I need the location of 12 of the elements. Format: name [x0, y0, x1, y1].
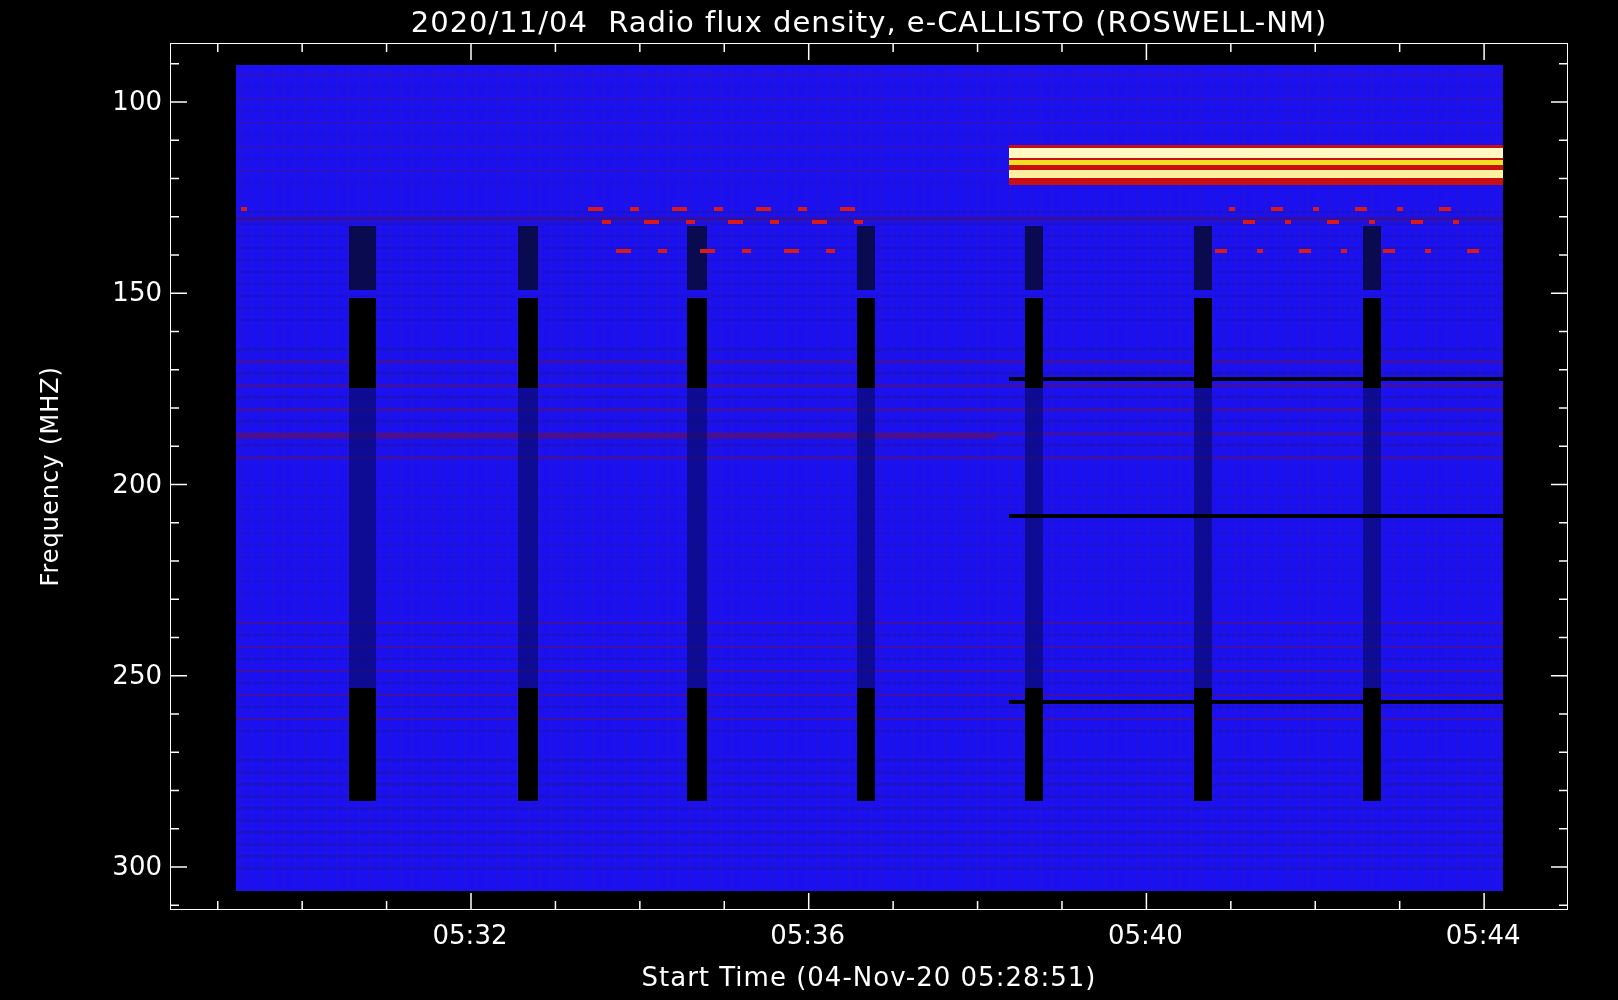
- y-axis-label: Frequency (MHZ): [36, 366, 64, 587]
- y-tick-label: 250: [112, 659, 162, 690]
- x-tick-label: 05:44: [1445, 920, 1521, 950]
- x-tick-label: 05:40: [1107, 920, 1183, 950]
- x-tick-label: 05:32: [432, 920, 508, 950]
- y-tick-label: 300: [112, 851, 162, 881]
- y-tick-label: 150: [112, 277, 162, 308]
- y-tick-label: 200: [112, 468, 162, 499]
- y-tick-label: 100: [112, 86, 162, 116]
- x-axis-label: Start Time (04-Nov-20 05:28:51): [641, 962, 1097, 992]
- chart-title: 2020/11/04 Radio flux density, e-CALLISTO (ROSWELL-NM): [410, 4, 1328, 39]
- x-tick-label: 05:36: [770, 920, 846, 950]
